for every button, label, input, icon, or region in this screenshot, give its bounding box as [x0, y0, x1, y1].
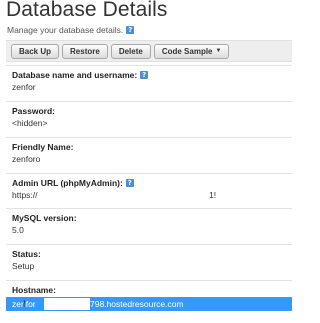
- mysql-version-value: 5.0: [12, 225, 24, 235]
- admin-url-value-end: 1!: [209, 190, 217, 200]
- field-friendly-name: Friendly Name: zenforo: [6, 137, 292, 164]
- text-cursor-icon: I: [23, 299, 26, 309]
- admin-url-value-start: https://: [12, 190, 38, 200]
- admin-url-label-text: Admin URL (phpMyAdmin):: [12, 178, 123, 188]
- restore-button-label: Restore: [70, 46, 100, 56]
- friendly-name-label: Friendly Name:: [12, 142, 74, 152]
- caret-down-icon: ▼: [215, 47, 222, 54]
- action-toolbar: Back Up Restore Delete Code Sample ▼: [6, 40, 292, 62]
- subtitle-text: Manage your database details.: [7, 25, 124, 35]
- code-sample-button-label: Code Sample: [161, 46, 213, 56]
- restore-button[interactable]: Restore: [62, 43, 108, 59]
- help-icon[interactable]: ?: [125, 179, 134, 187]
- db-name-label: Database name and username: ?: [12, 70, 292, 80]
- friendly-name-value[interactable]: zenforo: [12, 154, 292, 164]
- admin-url-label: Admin URL (phpMyAdmin): ?: [12, 178, 292, 188]
- field-admin-url: Admin URL (phpMyAdmin): ? https:// 1!: [6, 173, 292, 200]
- page-subtitle: Manage your database details. ?: [7, 25, 135, 35]
- password-value[interactable]: <hidden>: [12, 118, 292, 128]
- field-status: Status: Setup: [6, 244, 292, 271]
- help-icon[interactable]: ?: [140, 71, 149, 79]
- field-db-name: Database name and username: ? zenfor: [6, 65, 292, 92]
- hostname-label: Hostname:: [12, 285, 56, 295]
- admin-url-value[interactable]: https:// 1!: [12, 190, 292, 200]
- backup-button-label: Back Up: [19, 46, 52, 56]
- status-label: Status:: [12, 249, 41, 259]
- hostname-value-selected[interactable]: zenfor I 798.hostedresource.com: [6, 297, 292, 311]
- hostname-value-end: 798.hostedresource.com: [90, 299, 184, 309]
- backup-button[interactable]: Back Up: [11, 43, 60, 59]
- mysql-version-label: MySQL version:: [12, 213, 77, 223]
- field-mysql-version: MySQL version: 5.0: [6, 208, 292, 235]
- code-sample-button[interactable]: Code Sample ▼: [153, 43, 230, 59]
- db-name-label-text: Database name and username:: [12, 70, 138, 80]
- delete-button-label: Delete: [118, 46, 143, 56]
- redaction-block: [44, 298, 90, 310]
- field-hostname: Hostname: zenfor I 798.hostedresource.co…: [6, 280, 292, 311]
- page-title: Database Details: [6, 0, 168, 21]
- delete-button[interactable]: Delete: [110, 43, 151, 59]
- password-label: Password:: [12, 106, 55, 116]
- field-password: Password: <hidden>: [6, 101, 292, 128]
- db-name-value[interactable]: zenfor: [12, 82, 292, 92]
- help-icon[interactable]: ?: [126, 26, 135, 34]
- status-value: Setup: [12, 261, 35, 271]
